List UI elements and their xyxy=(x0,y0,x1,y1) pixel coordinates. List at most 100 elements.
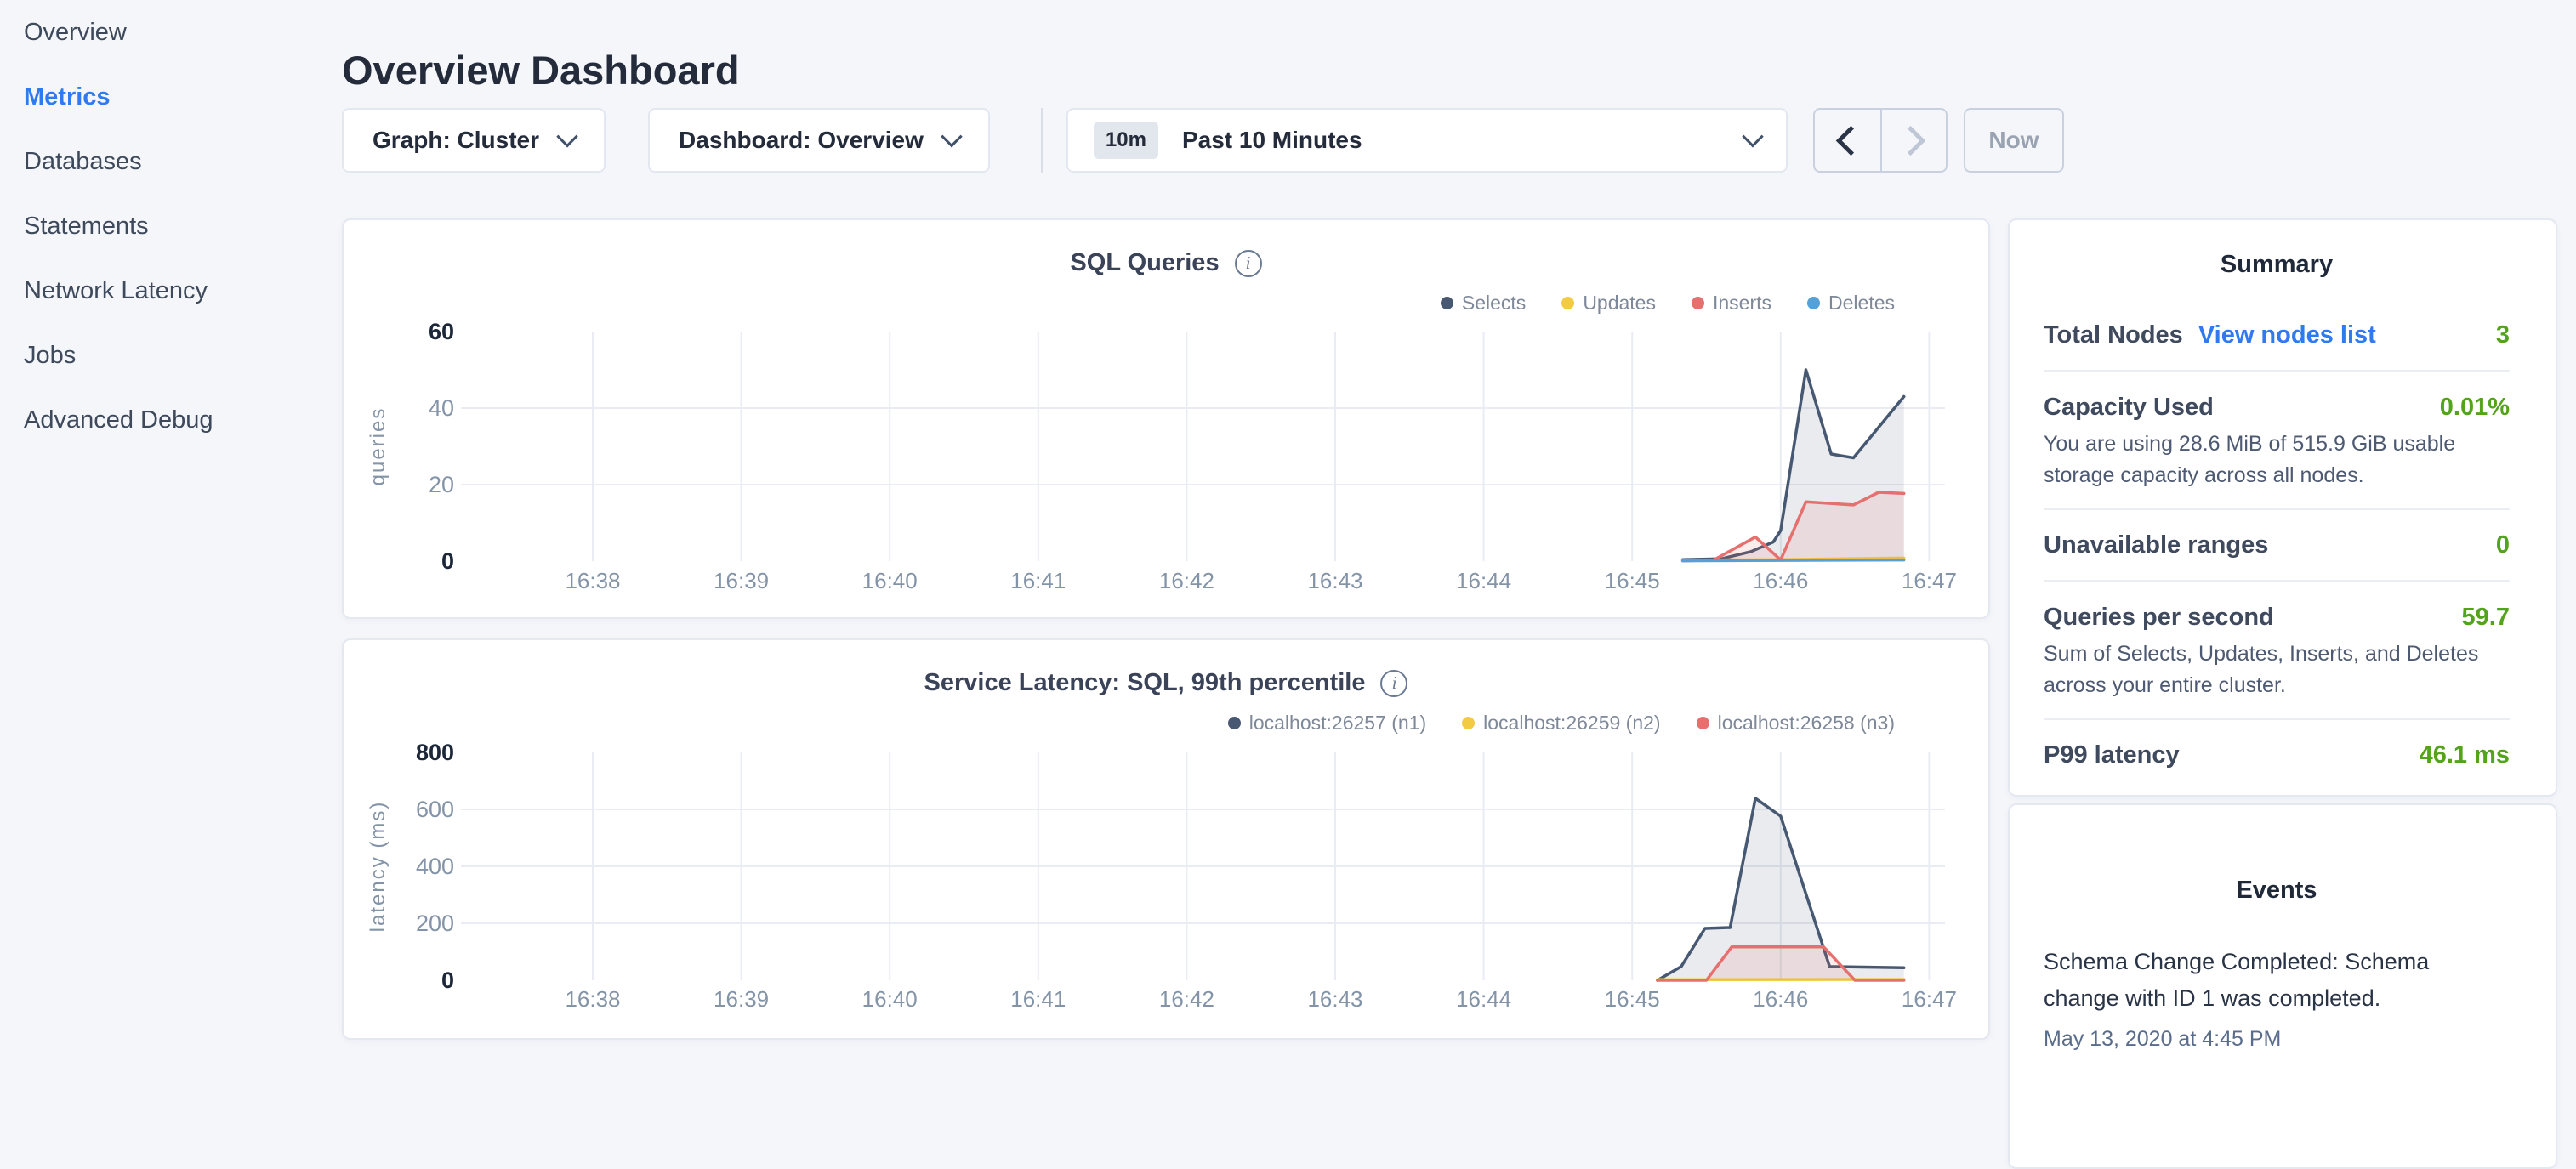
chart-title-row: Service Latency: SQL, 99th percentile i xyxy=(344,669,1988,697)
x-tick-label: 16:44 xyxy=(1456,568,1511,593)
y-tick-label: 200 xyxy=(416,911,454,936)
sidebar-item-advanced-debug[interactable]: Advanced Debug xyxy=(0,388,333,452)
sql-queries-chart-card: SQL Queries i Selects Updates Inserts Delet… xyxy=(342,218,1990,619)
legend-item[interactable]: localhost:26258 (n3) xyxy=(1697,712,1895,735)
x-tick-label: 16:46 xyxy=(1753,568,1808,593)
divider xyxy=(2044,580,2510,582)
y-tick-label: 0 xyxy=(441,548,454,574)
event-text: Schema Change Completed: Schema change w… xyxy=(2044,944,2469,1017)
event-list-item[interactable]: Schema Change Completed: Schema change w… xyxy=(2044,944,2510,1052)
x-tick-label: 16:42 xyxy=(1159,986,1214,1012)
next-range-button[interactable] xyxy=(1880,110,1946,171)
time-range-badge: 10m xyxy=(1094,122,1158,159)
summary-value: 3 xyxy=(2496,321,2510,349)
x-tick-label: 16:45 xyxy=(1605,986,1660,1012)
x-tick-label: 16:38 xyxy=(565,986,620,1012)
summary-description: You are using 28.6 MiB of 515.9 GiB usab… xyxy=(2044,428,2510,491)
graph-dropdown[interactable]: Graph: Cluster xyxy=(342,108,606,173)
chart-title: Service Latency: SQL, 99th percentile xyxy=(924,669,1366,697)
x-tick-label: 16:43 xyxy=(1307,568,1362,593)
time-nav xyxy=(1813,108,1948,173)
legend-item[interactable]: localhost:26259 (n2) xyxy=(1462,712,1660,735)
legend-item[interactable]: localhost:26257 (n1) xyxy=(1228,712,1426,735)
dashboard-dropdown[interactable]: Dashboard: Overview xyxy=(648,108,990,173)
legend-label: localhost:26258 (n3) xyxy=(1718,712,1895,735)
events-panel: Events Schema Change Completed: Schema c… xyxy=(2008,803,2557,1169)
sidebar-item-databases[interactable]: Databases xyxy=(0,129,333,194)
graph-dropdown-label: Graph: Cluster xyxy=(372,127,539,154)
legend-item[interactable]: Inserts xyxy=(1692,292,1771,315)
toolbar: Graph: Cluster Dashboard: Overview 10m P… xyxy=(342,108,2064,173)
chevron-down-icon xyxy=(941,126,962,147)
summary-value: 0.01% xyxy=(2440,394,2510,422)
summary-label: Capacity Used xyxy=(2044,394,2214,422)
sidebar-item-metrics[interactable]: Metrics xyxy=(0,65,333,129)
legend-dot-icon xyxy=(1228,717,1241,729)
x-tick-label: 16:44 xyxy=(1456,986,1511,1012)
x-tick-label: 16:41 xyxy=(1010,986,1066,1012)
y-axis-label: latency (ms) xyxy=(367,801,390,933)
legend-item[interactable]: Deletes xyxy=(1807,292,1895,315)
sidebar-item-overview[interactable]: Overview xyxy=(0,0,333,65)
view-nodes-list-link[interactable]: View nodes list xyxy=(2198,321,2376,349)
summary-row-p99-latency: P99 latency 46.1 ms xyxy=(2044,741,2510,769)
summary-label: Unavailable ranges xyxy=(2044,531,2268,559)
legend-dot-icon xyxy=(1441,297,1453,309)
x-tick-label: 16:45 xyxy=(1605,568,1660,593)
info-icon[interactable]: i xyxy=(1235,250,1262,277)
event-timestamp: May 13, 2020 at 4:45 PM xyxy=(2044,1027,2510,1052)
sidebar-item-network-latency[interactable]: Network Latency xyxy=(0,258,333,323)
summary-value: 59.7 xyxy=(2462,604,2510,632)
now-button[interactable]: Now xyxy=(1964,108,2064,173)
sql-queries-plot[interactable]: 16:3816:3916:4016:4116:4216:4316:4416:45… xyxy=(344,220,1988,617)
legend-label: localhost:26257 (n1) xyxy=(1249,712,1426,735)
x-tick-label: 16:40 xyxy=(862,568,918,593)
divider xyxy=(2044,718,2510,720)
summary-panel: Summary Total Nodes View nodes list 3 Ca… xyxy=(2008,218,2557,797)
chevron-down-icon xyxy=(1742,126,1763,147)
y-tick-label: 0 xyxy=(441,968,454,993)
time-range-label: Past 10 Minutes xyxy=(1182,127,1362,154)
chart-title: SQL Queries xyxy=(1070,249,1219,277)
summary-label: P99 latency xyxy=(2044,741,2180,769)
y-tick-label: 60 xyxy=(429,319,454,344)
legend-label: Updates xyxy=(1583,292,1656,315)
x-tick-label: 16:39 xyxy=(714,568,769,593)
legend-dot-icon xyxy=(1697,717,1709,729)
x-tick-label: 16:47 xyxy=(1902,568,1957,593)
legend-label: Deletes xyxy=(1828,292,1895,315)
y-tick-label: 600 xyxy=(416,797,454,822)
sidebar-item-statements[interactable]: Statements xyxy=(0,194,333,258)
y-axis-label: queries xyxy=(367,407,390,486)
prev-range-button[interactable] xyxy=(1815,110,1880,171)
summary-row-queries-per-second: Queries per second 59.7 xyxy=(2044,604,2510,632)
service-latency-plot[interactable]: 16:38 16:39 16:40 16:41 16:42 16:43 16:44 16:45… xyxy=(344,640,1988,1038)
sidebar-item-jobs[interactable]: Jobs xyxy=(0,323,333,388)
x-tick-label: 16:41 xyxy=(1010,568,1066,593)
legend-item[interactable]: Updates xyxy=(1561,292,1656,315)
x-tick-label: 16:40 xyxy=(862,986,918,1012)
legend-label: Inserts xyxy=(1713,292,1771,315)
chevron-down-icon xyxy=(556,126,577,147)
summary-label: Queries per second xyxy=(2044,604,2274,632)
y-tick-label: 40 xyxy=(429,395,454,421)
summary-value: 0 xyxy=(2496,531,2510,559)
summary-description: Sum of Selects, Updates, Inserts, and De… xyxy=(2044,638,2510,701)
divider xyxy=(2044,370,2510,372)
x-tick-label: 16:43 xyxy=(1307,986,1362,1012)
x-tick-label: 16:47 xyxy=(1902,986,1957,1012)
time-range-dropdown[interactable]: 10m Past 10 Minutes xyxy=(1066,108,1788,173)
legend-dot-icon xyxy=(1462,717,1475,729)
summary-value: 46.1 ms xyxy=(2420,741,2510,769)
service-latency-chart-card: Service Latency: SQL, 99th percentile i … xyxy=(342,638,1990,1040)
y-tick-label: 800 xyxy=(416,740,454,765)
legend-item[interactable]: Selects xyxy=(1441,292,1526,315)
toolbar-divider xyxy=(1041,108,1043,173)
info-icon[interactable]: i xyxy=(1380,670,1407,697)
x-tick-label: 16:46 xyxy=(1753,986,1808,1012)
legend-dot-icon xyxy=(1561,297,1574,309)
page-title: Overview Dashboard xyxy=(342,47,740,94)
chevron-left-icon xyxy=(1836,125,1866,155)
legend-label: Selects xyxy=(1462,292,1526,315)
x-tick-label: 16:39 xyxy=(714,986,769,1012)
